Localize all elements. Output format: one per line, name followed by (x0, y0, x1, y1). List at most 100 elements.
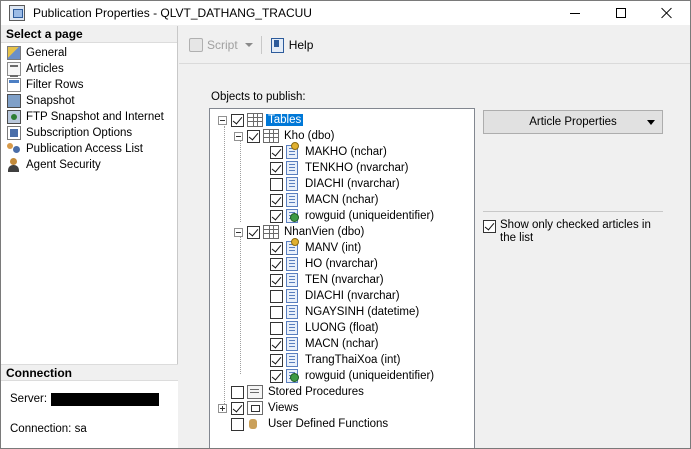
page-item-subscription-options[interactable]: Subscription Options (1, 125, 177, 141)
column-icon (286, 177, 298, 191)
show-only-checked-checkbox[interactable] (483, 220, 496, 233)
page-item-label: FTP Snapshot and Internet (26, 111, 164, 123)
article-properties-button[interactable]: Article Properties (483, 110, 663, 134)
rowguid-column-icon (286, 209, 299, 223)
collapse-icon[interactable] (218, 115, 227, 125)
tree-node-column[interactable]: MAKHO (nchar) (270, 142, 389, 160)
chevron-down-icon (647, 120, 655, 125)
view-icon (247, 401, 263, 415)
column-checkbox[interactable] (270, 193, 283, 207)
column-checkbox[interactable] (270, 353, 283, 367)
tree-node-column[interactable]: LUONG (float) (270, 320, 381, 336)
tree-node-column[interactable]: HO (nvarchar) (270, 256, 380, 272)
general-icon (7, 46, 21, 60)
column-checkbox[interactable] (270, 257, 283, 271)
column-icon (286, 161, 298, 175)
column-checkbox[interactable] (270, 305, 283, 319)
views-checkbox[interactable] (231, 401, 244, 415)
tree-node-label: Tables (266, 114, 304, 126)
tree-node-label: MANV (int) (305, 242, 362, 254)
page-item-general[interactable]: General (1, 45, 177, 61)
article-properties-label: Article Properties (529, 116, 617, 128)
tree-node-label: Kho (dbo) (284, 130, 335, 142)
tree-node-tables[interactable]: Tables (218, 112, 304, 128)
column-checkbox[interactable] (270, 145, 283, 159)
articles-icon (7, 62, 21, 77)
column-checkbox[interactable] (270, 337, 283, 351)
tree-node-column[interactable]: rowguid (uniqueidentifier) (270, 368, 436, 384)
tree-node-column[interactable]: TrangThaiXoa (int) (270, 352, 402, 368)
stored-procedures-checkbox[interactable] (231, 385, 244, 399)
column-checkbox[interactable] (270, 161, 283, 175)
column-checkbox[interactable] (270, 177, 283, 191)
tree-node-column[interactable]: MANV (int) (270, 238, 363, 256)
stored-procedure-icon (247, 385, 263, 399)
collapse-icon[interactable] (234, 227, 243, 237)
tree-connector (224, 126, 225, 406)
script-label: Script (207, 37, 238, 52)
page-item-ftp[interactable]: FTP Snapshot and Internet (1, 109, 177, 125)
help-button[interactable]: Help (267, 35, 317, 55)
nhanvien-checkbox[interactable] (247, 225, 260, 239)
page-item-label: Publication Access List (26, 143, 143, 155)
ftp-icon (7, 110, 21, 124)
column-checkbox[interactable] (270, 209, 283, 223)
toolbar-separator (260, 35, 262, 54)
page-item-agent-security[interactable]: Agent Security (1, 157, 177, 173)
access-list-icon (7, 142, 21, 156)
maximize-button[interactable] (598, 1, 644, 25)
tree-node-column[interactable]: MACN (nchar) (270, 192, 380, 208)
primary-key-column-icon (286, 142, 299, 159)
table-folder-icon (247, 113, 263, 127)
tree-node-column[interactable]: NGAYSINH (datetime) (270, 304, 421, 320)
expand-icon[interactable] (218, 403, 227, 413)
tree-node-label: MAKHO (nchar) (305, 146, 387, 158)
page-item-publication-access-list[interactable]: Publication Access List (1, 141, 177, 157)
script-button[interactable]: Script (185, 35, 256, 55)
tree-node-column[interactable]: DIACHI (nvarchar) (270, 176, 402, 192)
page-item-label: Subscription Options (26, 127, 133, 139)
column-checkbox[interactable] (270, 369, 283, 383)
table-icon (263, 225, 279, 239)
maximize-icon (616, 8, 626, 18)
page-item-filter-rows[interactable]: Filter Rows (1, 77, 177, 93)
tree-node-user-defined-functions[interactable]: User Defined Functions (231, 416, 390, 432)
tree-node-label: Stored Procedures (268, 386, 364, 398)
show-only-checked-option[interactable]: Show only checked articles in the list (483, 219, 663, 245)
tree-node-column[interactable]: MACN (nchar) (270, 336, 380, 352)
redacted-server-name (51, 392, 160, 406)
tree-node-stored-procedures[interactable]: Stored Procedures (231, 384, 366, 400)
tree-node-column[interactable]: DIACHI (nvarchar) (270, 288, 402, 304)
collapse-icon[interactable] (234, 131, 243, 141)
rowguid-column-icon (286, 369, 299, 383)
tables-checkbox[interactable] (231, 113, 244, 127)
tree-connector (240, 230, 241, 374)
column-checkbox[interactable] (270, 241, 283, 255)
tree-node-nhanvien[interactable]: NhanVien (dbo) (234, 224, 366, 240)
connection-section: Connection Server: Connection: sa (1, 364, 178, 448)
minimize-button[interactable] (552, 1, 598, 25)
tree-node-kho[interactable]: Kho (dbo) (234, 128, 337, 144)
close-button[interactable] (644, 1, 690, 25)
page-item-snapshot[interactable]: Snapshot (1, 93, 177, 109)
kho-checkbox[interactable] (247, 129, 260, 143)
tree-node-column[interactable]: TEN (nvarchar) (270, 272, 386, 288)
objects-tree[interactable]: Tables Kho (dbo) MAKHO (nchar) TENKHO (n… (209, 108, 475, 448)
tree-node-label: User Defined Functions (268, 418, 389, 430)
chevron-down-icon[interactable] (244, 42, 253, 47)
column-checkbox[interactable] (270, 289, 283, 303)
tree-connector (240, 134, 241, 222)
column-checkbox[interactable] (270, 273, 283, 287)
tree-node-column[interactable]: rowguid (uniqueidentifier) (270, 208, 436, 224)
toolbar: Script Help (179, 26, 690, 64)
page-item-articles[interactable]: Articles (1, 61, 177, 77)
column-icon (286, 289, 298, 303)
column-checkbox[interactable] (270, 321, 283, 335)
objects-to-publish-label: Objects to publish: (211, 91, 306, 103)
page-item-label: Agent Security (26, 159, 101, 171)
filter-rows-icon (7, 78, 21, 92)
tree-node-column[interactable]: TENKHO (nvarchar) (270, 160, 411, 176)
publication-properties-window: Publication Properties - QLVT_DATHANG_TR… (0, 0, 691, 449)
tree-node-views[interactable]: Views (218, 400, 300, 416)
udf-checkbox[interactable] (231, 417, 244, 431)
